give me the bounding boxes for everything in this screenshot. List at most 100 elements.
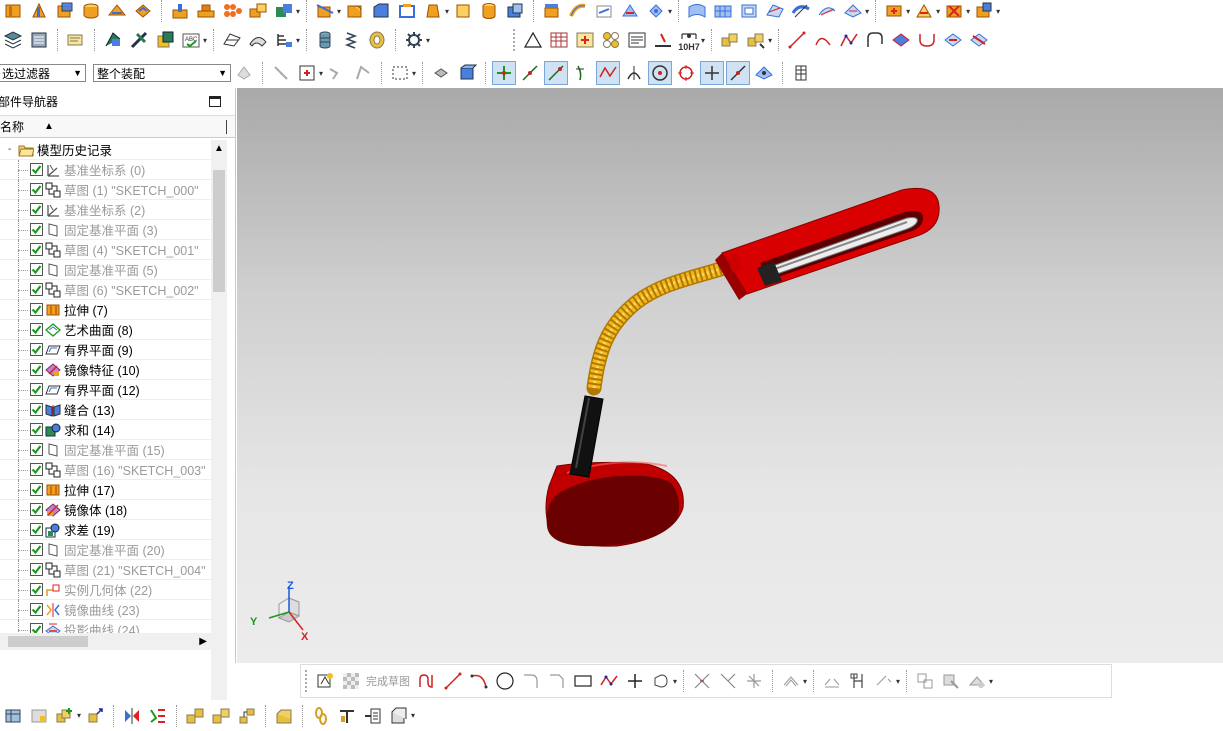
visibility-checkbox[interactable]: [30, 363, 43, 376]
cylinder-icon[interactable]: [80, 0, 102, 22]
on-curve-snap-icon[interactable]: [544, 61, 569, 85]
visibility-checkbox[interactable]: [30, 503, 43, 516]
point-on-surface-snap-icon[interactable]: [753, 62, 775, 84]
patch-icon[interactable]: [619, 0, 641, 22]
chain-link-icon[interactable]: [310, 705, 332, 727]
sketch-rectangle-icon[interactable]: [572, 670, 594, 692]
scroll-up-icon[interactable]: ▲: [211, 140, 227, 156]
visibility-checkbox[interactable]: [30, 263, 43, 276]
synchronous-icon[interactable]: [645, 0, 667, 22]
show-hide-constraints-icon[interactable]: [210, 705, 232, 727]
measure-distance-icon[interactable]: [102, 29, 124, 51]
symbol-icon[interactable]: [600, 29, 622, 51]
wave-link-icon[interactable]: [236, 705, 258, 727]
point-on-curve-snap-icon[interactable]: [726, 61, 751, 85]
cone-icon[interactable]: [106, 0, 128, 22]
dropdown-arrow[interactable]: ▾: [412, 69, 416, 78]
tree-vertical-scrollbar[interactable]: ▲ ▼: [211, 140, 227, 718]
show-constraints-icon[interactable]: [914, 670, 936, 692]
mirror-assembly-icon[interactable]: [121, 705, 143, 727]
dropdown-arrow[interactable]: ▾: [296, 36, 300, 45]
dropdown-arrow[interactable]: ▾: [989, 677, 993, 686]
draft-icon[interactable]: [422, 0, 444, 22]
assembly-icon[interactable]: [719, 29, 741, 51]
lamp-head[interactable]: [715, 187, 940, 300]
tree-row[interactable]: 草图 (21) "SKETCH_004": [0, 560, 211, 580]
alternate-solution-icon[interactable]: [966, 670, 988, 692]
arc-center-snap-icon[interactable]: [648, 61, 673, 85]
visibility-checkbox[interactable]: [30, 203, 43, 216]
dropdown-arrow[interactable]: ▾: [896, 677, 900, 686]
new-component-icon[interactable]: [28, 705, 50, 727]
tree-row[interactable]: 求差 (19): [0, 520, 211, 540]
pad-icon[interactable]: [2, 0, 24, 22]
visibility-checkbox[interactable]: [30, 423, 43, 436]
tree-row[interactable]: 拉伸 (17): [0, 480, 211, 500]
collapse-icon[interactable]: -: [8, 144, 16, 155]
dropdown-arrow[interactable]: ▾: [426, 36, 430, 45]
measure-body-icon[interactable]: [154, 29, 176, 51]
tree-row[interactable]: 有界平面 (12): [0, 380, 211, 400]
constraint-icon[interactable]: [184, 705, 206, 727]
toolbar-grip[interactable]: [305, 670, 308, 692]
extract-geometry-icon[interactable]: [541, 0, 563, 22]
control-point-snap-icon[interactable]: [596, 61, 621, 85]
delete-component-icon[interactable]: [943, 0, 965, 22]
bounding-box-icon[interactable]: [790, 62, 812, 84]
quadrant-snap-icon[interactable]: [675, 62, 697, 84]
unite-tool-icon[interactable]: [273, 0, 295, 22]
dropdown-arrow[interactable]: ▾: [668, 7, 672, 16]
deviation-icon[interactable]: [273, 29, 295, 51]
visibility-checkbox[interactable]: [30, 523, 43, 536]
tree-row[interactable]: 基准坐标系 (2): [0, 200, 211, 220]
select-features-icon[interactable]: [270, 62, 292, 84]
hscroll-thumb[interactable]: [8, 636, 88, 647]
selection-scope-select[interactable]: 整个装配 ▼: [93, 64, 231, 82]
snap-point-icon[interactable]: [296, 62, 318, 84]
layer-settings-icon[interactable]: [2, 29, 24, 51]
sketch-arc-icon[interactable]: [468, 670, 490, 692]
chamfer-icon[interactable]: [370, 0, 392, 22]
tangent-snap-icon[interactable]: [571, 62, 593, 84]
reposition-component-icon[interactable]: [973, 0, 995, 22]
perpendicular-snap-icon[interactable]: [623, 62, 645, 84]
dropdown-arrow[interactable]: ▾: [673, 677, 677, 686]
profile-icon[interactable]: [416, 670, 438, 692]
law-extension-icon[interactable]: [842, 0, 864, 22]
dropdown-arrow[interactable]: ▾: [411, 711, 415, 720]
sort-ascending-icon[interactable]: ▲: [44, 121, 54, 132]
toolbar-grip[interactable]: [513, 29, 516, 51]
dropdown-arrow[interactable]: ▾: [996, 7, 1000, 16]
project-curve-tool-icon[interactable]: [942, 29, 964, 51]
arc-tool-icon[interactable]: [812, 29, 834, 51]
dropdown-arrow[interactable]: ▾: [936, 7, 940, 16]
tree-row[interactable]: 固定基准平面 (3): [0, 220, 211, 240]
mate-component-icon[interactable]: [913, 0, 935, 22]
visibility-checkbox[interactable]: [30, 183, 43, 196]
visibility-checkbox[interactable]: [30, 563, 43, 576]
note-text-icon[interactable]: [626, 29, 648, 51]
dropdown-arrow[interactable]: ▾: [701, 36, 705, 45]
sphere-icon[interactable]: [132, 0, 154, 22]
visibility-checkbox[interactable]: [30, 343, 43, 356]
tree-row[interactable]: 基准坐标系 (0): [0, 160, 211, 180]
thicken-icon[interactable]: [593, 0, 615, 22]
polygon-icon[interactable]: [650, 670, 672, 692]
tree-row[interactable]: 草图 (6) "SKETCH_002": [0, 280, 211, 300]
block-icon[interactable]: [54, 0, 76, 22]
add-existing-component-icon[interactable]: [54, 705, 76, 727]
dropdown-arrow[interactable]: ▾: [865, 7, 869, 16]
spline-tool-icon[interactable]: [838, 29, 860, 51]
dropdown-arrow[interactable]: ▾: [203, 36, 207, 45]
subassembly-icon[interactable]: [745, 29, 767, 51]
visibility-checkbox[interactable]: [30, 223, 43, 236]
studio-surface-tool-icon[interactable]: [790, 0, 812, 22]
line-tool-icon[interactable]: [786, 29, 808, 51]
dropdown-arrow[interactable]: ▾: [296, 7, 300, 16]
tree-row[interactable]: 草图 (4) "SKETCH_001": [0, 240, 211, 260]
intersection-curve-icon[interactable]: [968, 29, 990, 51]
geometric-constraint-icon[interactable]: [847, 670, 869, 692]
tree-row[interactable]: 有界平面 (9): [0, 340, 211, 360]
lamp-model[interactable]: [237, 88, 1223, 663]
curve-mesh-icon[interactable]: [712, 0, 734, 22]
